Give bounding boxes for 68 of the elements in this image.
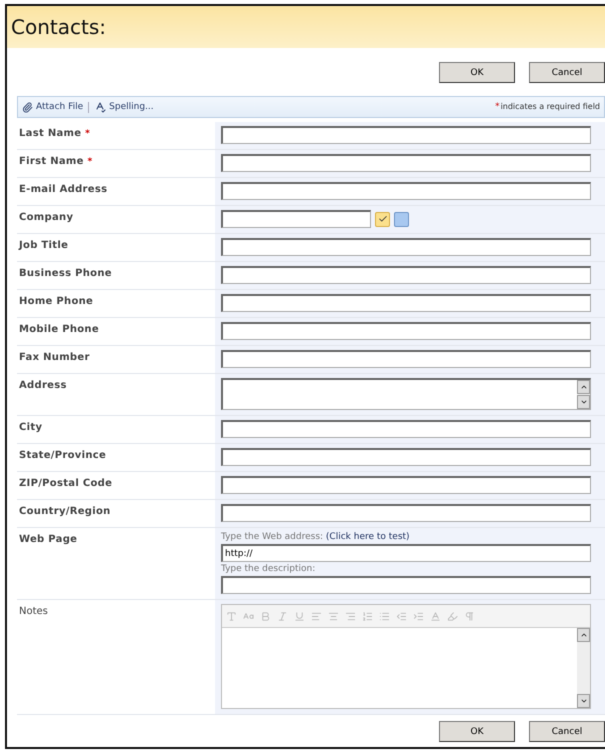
numbered-list-icon[interactable] (362, 610, 373, 622)
cancel-button[interactable]: Cancel (529, 721, 605, 742)
description-hint: Type the description: (221, 564, 316, 574)
field-label: Mobile Phone (18, 323, 100, 337)
notes-editor[interactable] (221, 604, 591, 709)
text-field[interactable] (221, 126, 591, 144)
attach-file-button[interactable]: Attach File (22, 102, 84, 112)
outdent-icon[interactable] (396, 610, 407, 622)
font-size-icon[interactable] (243, 610, 254, 622)
scroll-down-icon[interactable] (577, 395, 590, 409)
scrollbar[interactable] (577, 380, 590, 409)
text-field[interactable] (221, 420, 591, 438)
paperclip-icon (22, 102, 33, 112)
field-label: Country/Region (18, 505, 112, 519)
field-label: Business Phone (18, 267, 113, 281)
web-address-hint: Type the Web address: (Click here to test) (221, 532, 411, 542)
bulleted-list-icon[interactable] (379, 610, 390, 622)
align-right-icon[interactable] (345, 610, 356, 622)
page-title: Contacts: (11, 15, 106, 39)
field-label: Notes (18, 605, 49, 619)
field-label: Home Phone (18, 295, 94, 309)
address-field[interactable] (221, 378, 591, 410)
field-label: Job Title (18, 239, 70, 253)
field-label: Last Name * (18, 127, 92, 141)
scroll-up-icon[interactable] (577, 628, 590, 642)
field-label: Address (18, 379, 68, 393)
italic-icon[interactable] (277, 610, 288, 622)
field-label: Fax Number (18, 351, 91, 365)
text-field[interactable] (221, 476, 591, 494)
field-label: First Name * (18, 155, 94, 169)
text-field[interactable] (221, 294, 591, 312)
text-field[interactable] (221, 322, 591, 340)
text-field[interactable] (221, 266, 591, 284)
text-field[interactable] (221, 210, 371, 228)
field-label: City (18, 421, 44, 435)
text-field[interactable] (221, 350, 591, 368)
test-link[interactable]: (Click here to test) (326, 532, 410, 542)
text-field[interactable] (221, 238, 591, 256)
paragraph-icon[interactable] (464, 610, 475, 622)
underline-icon[interactable] (294, 610, 305, 622)
text-field[interactable] (221, 154, 591, 172)
field-label: ZIP/Postal Code (18, 477, 114, 491)
web-address-field[interactable]: http:// (221, 544, 591, 562)
cancel-button[interactable]: Cancel (529, 62, 605, 83)
description-field[interactable] (221, 576, 591, 594)
spelling-button[interactable]: Spelling... (94, 101, 154, 113)
align-left-icon[interactable] (311, 610, 322, 622)
align-center-icon[interactable] (328, 610, 339, 622)
text-field[interactable] (221, 448, 591, 466)
indent-icon[interactable] (413, 610, 424, 622)
font-icon[interactable] (226, 610, 237, 622)
text-field[interactable] (221, 504, 591, 522)
spellcheck-icon (94, 101, 106, 113)
ok-button[interactable]: OK (439, 721, 515, 742)
ok-button[interactable]: OK (439, 62, 515, 83)
field-label: E-mail Address (18, 183, 108, 197)
text-color-icon[interactable] (430, 610, 441, 622)
scroll-down-icon[interactable] (577, 694, 590, 708)
scrollbar[interactable] (577, 628, 590, 708)
check-names-icon[interactable] (375, 212, 390, 226)
required-note: *indicates a required field (495, 102, 600, 112)
field-label: Web Page (18, 533, 78, 547)
scroll-up-icon[interactable] (577, 380, 590, 394)
highlight-icon[interactable] (447, 610, 458, 622)
field-label: Company (18, 211, 74, 225)
field-label: State/Province (18, 449, 108, 463)
bold-icon[interactable] (260, 610, 271, 622)
text-field[interactable] (221, 182, 591, 200)
